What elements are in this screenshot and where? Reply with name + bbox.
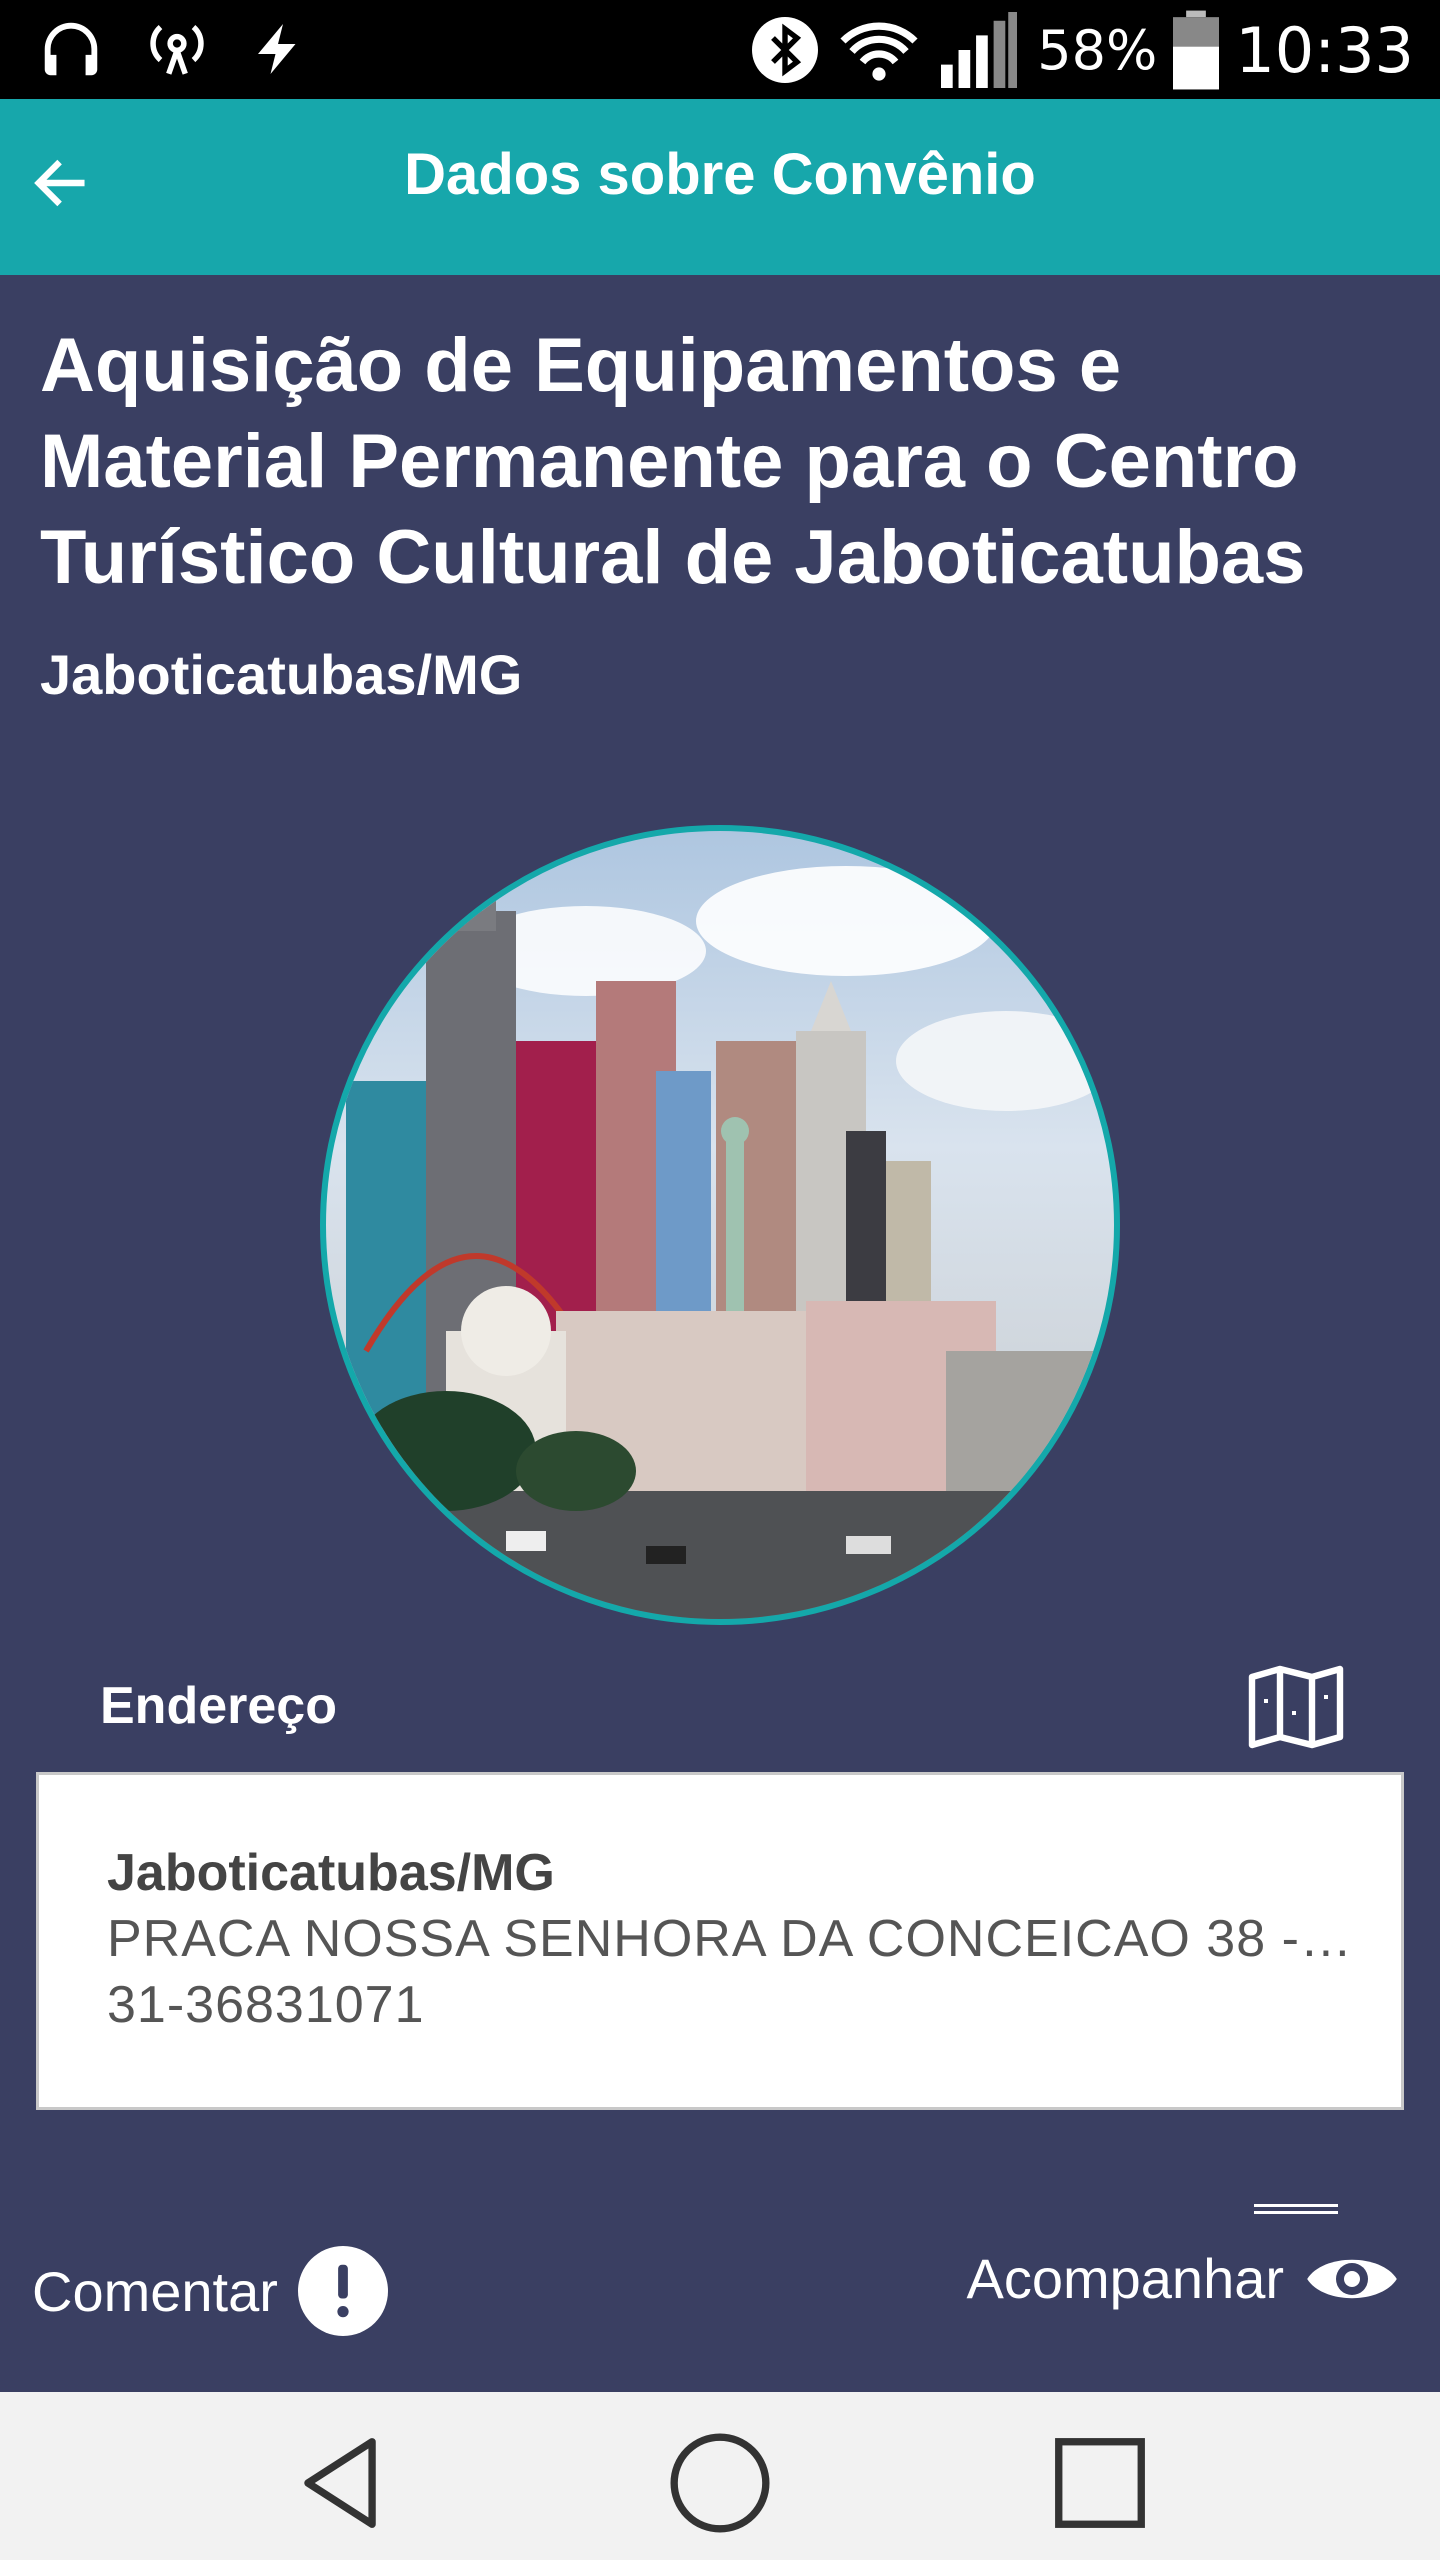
- address-phone: 31-36831071: [107, 1976, 425, 2034]
- bluetooth-icon: [752, 17, 819, 83]
- address-city: Jaboticatubas/MG: [107, 1844, 555, 1902]
- app-bar: Dados sobre Convênio: [0, 99, 1440, 275]
- hotspot-icon: [150, 24, 204, 75]
- back-triangle-icon[interactable]: [285, 2428, 395, 2538]
- map-icon[interactable]: [1248, 1665, 1344, 1749]
- alert-icon: [297, 2246, 388, 2336]
- clock: 10:33: [1235, 13, 1414, 87]
- eye-icon: [1307, 2259, 1397, 2298]
- status-bar: 58% 10:33: [0, 0, 1440, 99]
- address-card: Jaboticatubas/MG PRACA NOSSA SENHORA DA …: [36, 1772, 1404, 2110]
- address-street: PRACA NOSSA SENHORA DA CONCEICAO 38 - 3…: [107, 1910, 1357, 1968]
- system-navigation-bar: [0, 2392, 1440, 2560]
- battery-icon: [1173, 10, 1220, 90]
- partially-hidden-icon: [1254, 2204, 1338, 2214]
- follow-button[interactable]: Acompanhar: [966, 2246, 1400, 2311]
- comment-button[interactable]: Comentar: [32, 2246, 388, 2336]
- wifi-icon: [840, 22, 918, 81]
- city-skyline-image: [326, 866, 1114, 1619]
- signal-icon: [941, 12, 1018, 88]
- agreement-city: Jaboticatubas/MG: [40, 643, 523, 706]
- home-circle-icon[interactable]: [665, 2428, 775, 2538]
- charging-icon: [258, 24, 296, 74]
- address-section-label: Endereço: [100, 1677, 337, 1735]
- agreement-photo: [320, 825, 1120, 1625]
- headphones-icon: [44, 22, 98, 76]
- follow-label: Acompanhar: [966, 2247, 1284, 2310]
- battery-percent: 58%: [1037, 18, 1158, 82]
- agreement-title: Aquisição de Equipamentos e Material Per…: [40, 323, 1306, 600]
- page-title: Dados sobre Convênio: [404, 142, 1036, 207]
- recents-square-icon[interactable]: [1045, 2428, 1155, 2538]
- comment-label: Comentar: [32, 2259, 278, 2323]
